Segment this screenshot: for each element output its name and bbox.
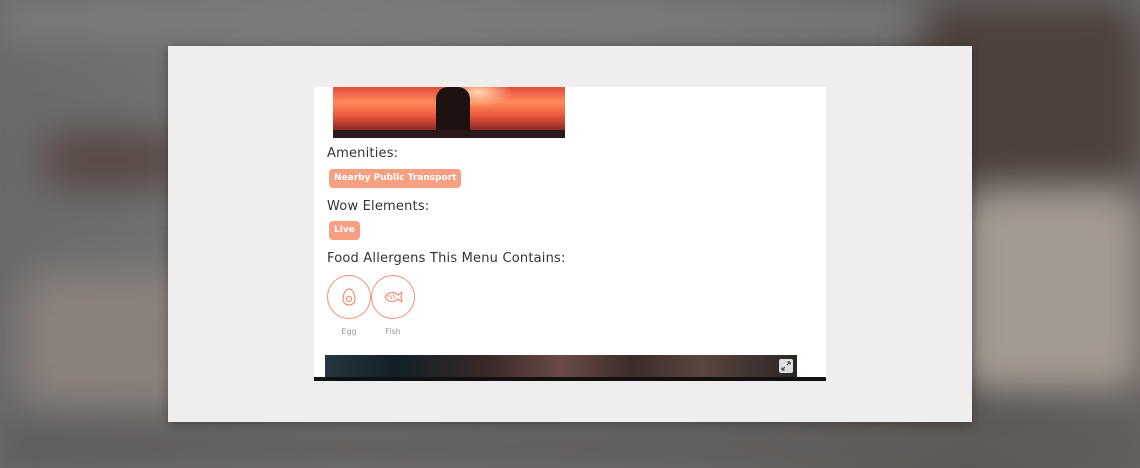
video-progress-bar[interactable] bbox=[314, 377, 826, 381]
expand-icon[interactable] bbox=[779, 359, 793, 373]
allergens-heading: Food Allergens This Menu Contains: bbox=[327, 251, 566, 266]
modal-panel: Amenities: Nearby Public Transport Wow E… bbox=[168, 46, 972, 422]
fish-icon bbox=[371, 275, 415, 319]
amenity-chip: Nearby Public Transport bbox=[329, 169, 462, 188]
sunset-photo bbox=[333, 87, 565, 138]
wow-elements-heading: Wow Elements: bbox=[327, 199, 430, 214]
wow-chip: Live bbox=[329, 221, 360, 240]
menu-detail-card: Amenities: Nearby Public Transport Wow E… bbox=[314, 87, 826, 381]
allergen-label: Fish bbox=[385, 327, 401, 336]
amenities-heading: Amenities: bbox=[327, 146, 399, 161]
egg-icon bbox=[327, 275, 371, 319]
allergen-label: Egg bbox=[341, 327, 357, 336]
allergen-fish: Fish bbox=[371, 275, 415, 336]
allergen-egg: Egg bbox=[327, 275, 371, 336]
